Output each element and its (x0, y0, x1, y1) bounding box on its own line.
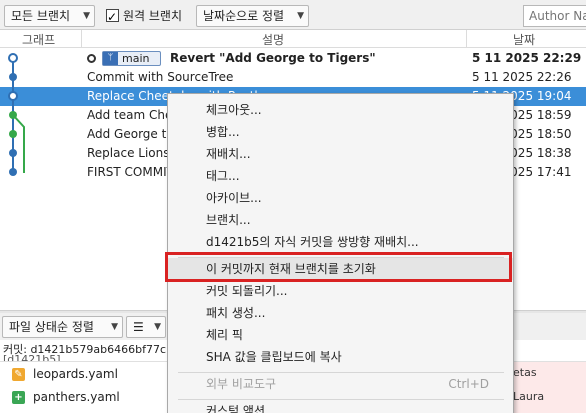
menu-item-label: 패치 생성... (206, 306, 266, 320)
commit-node (9, 149, 17, 157)
file-item[interactable]: ✎ leopards.yaml (0, 363, 175, 385)
menu-item-shortcut: Ctrl+D (448, 377, 489, 391)
branch-filter-dropdown[interactable]: 모든 브랜치 ▼ (4, 5, 95, 27)
commit-date: 5 11 2025 22:29 (472, 51, 582, 65)
chevron-down-icon: ▼ (297, 11, 304, 21)
list-icon: ☰ (133, 320, 144, 334)
menu-item-custom-actions[interactable]: 커스텀 액션 (168, 400, 513, 413)
commit-node (8, 91, 18, 101)
menu-item-label: 외부 비교도구 (206, 377, 277, 391)
menu-item-copy-sha[interactable]: SHA 값을 클립보드에 복사 (168, 346, 513, 368)
column-divider[interactable] (466, 30, 467, 48)
menu-item-external-diff: 외부 비교도구 Ctrl+D (168, 373, 513, 395)
commit-message: FIRST COMMIT (87, 165, 174, 179)
checkbox-checked-icon (106, 6, 119, 28)
description-column-header[interactable]: 설명 (262, 31, 284, 48)
commit-row[interactable]: ᛘ main Revert "Add George to Tigers" 5 1… (0, 49, 586, 68)
remote-branches-label: 원격 브랜치 (123, 9, 183, 23)
menu-item-label: 아카이브... (206, 191, 262, 205)
menu-item-reset-branch[interactable]: 이 커밋까지 현재 브랜치를 초기화 (168, 258, 513, 280)
file-sort-label: 파일 상태순 정렬 (9, 320, 94, 334)
commit-message: Revert "Add George to Tigers" (170, 51, 376, 65)
branch-badge[interactable]: ᛘ main (102, 51, 161, 66)
graph-column-header[interactable]: 그래프 (22, 31, 55, 48)
menu-item-label: 이 커밋까지 현재 브랜치를 초기화 (206, 262, 376, 276)
branch-icon: ᛘ (103, 52, 118, 65)
author-search-input[interactable] (523, 5, 586, 27)
sort-dropdown[interactable]: 날짜순으로 정렬 ▼ (196, 5, 309, 27)
file-name: leopards.yaml (33, 367, 118, 381)
remote-branches-checkbox[interactable]: 원격 브랜치 (106, 5, 183, 28)
menu-item-tag[interactable]: 태그... (168, 165, 513, 187)
menu-item-branch[interactable]: 브랜치... (168, 209, 513, 231)
diff-line: Laura (513, 390, 545, 403)
menu-item-interactive-rebase[interactable]: d1421b5의 자식 커밋을 쌍방향 재배치... (168, 231, 513, 253)
commit-date: 5 11 2025 22:26 (472, 70, 572, 84)
commit-row[interactable]: Commit with SourceTree 5 11 2025 22:26 (0, 68, 586, 87)
sort-label: 날짜순으로 정렬 (203, 9, 285, 23)
commit-node (9, 73, 17, 81)
menu-item-label: 브랜치... (206, 213, 251, 227)
chevron-down-icon: ▼ (83, 11, 90, 21)
toolbar: 모든 브랜치 ▼ 원격 브랜치 날짜순으로 정렬 ▼ (0, 0, 586, 30)
menu-item-archive[interactable]: 아카이브... (168, 187, 513, 209)
menu-item-label: d1421b5의 자식 커밋을 쌍방향 재배치... (206, 235, 419, 249)
menu-item-checkout[interactable]: 체크아웃... (168, 99, 513, 121)
modified-file-icon: ✎ (12, 368, 25, 381)
commit-node (9, 111, 17, 119)
menu-item-label: 체리 픽 (206, 328, 243, 342)
branch-badge-label: main (122, 52, 150, 65)
menu-item-cherry-pick[interactable]: 체리 픽 (168, 324, 513, 346)
menu-item-rebase[interactable]: 재배치... (168, 143, 513, 165)
commit-node (9, 168, 17, 176)
chevron-down-icon: ▼ (111, 322, 118, 332)
context-menu: 체크아웃... 병합... 재배치... 태그... 아카이브... 브랜치..… (167, 93, 514, 413)
commit-node (9, 130, 17, 138)
menu-item-label: 커스텀 액션 (206, 404, 266, 413)
menu-item-label: 병합... (206, 125, 240, 139)
commit-node (8, 53, 18, 63)
branch-filter-label: 모든 브랜치 (11, 9, 71, 23)
menu-item-label: 커밋 되돌리기... (206, 284, 288, 298)
commit-short-hash: [d1421b5] (3, 353, 61, 362)
diff-line: etas (513, 366, 537, 379)
added-file-icon: + (12, 391, 25, 404)
head-indicator-icon (87, 54, 96, 63)
commit-message: Commit with SourceTree (87, 70, 234, 84)
graph-line-branch (12, 114, 25, 173)
file-item[interactable]: + panthers.yaml (0, 386, 175, 408)
menu-item-merge[interactable]: 병합... (168, 121, 513, 143)
diff-view: etas Laura (508, 362, 586, 413)
menu-item-label: 태그... (206, 169, 240, 183)
menu-item-revert-commit[interactable]: 커밋 되돌리기... (168, 280, 513, 302)
column-header: 그래프 설명 날짜 (0, 30, 586, 48)
menu-item-label: 체크아웃... (206, 103, 262, 117)
chevron-down-icon: ▼ (154, 322, 161, 332)
menu-item-label: 재배치... (206, 147, 251, 161)
menu-item-create-patch[interactable]: 패치 생성... (168, 302, 513, 324)
date-column-header[interactable]: 날짜 (513, 31, 535, 48)
menu-item-label: SHA 값을 클립보드에 복사 (206, 350, 342, 364)
file-name: panthers.yaml (33, 390, 120, 404)
view-options-dropdown[interactable]: ☰ ▼ (126, 316, 166, 338)
column-divider[interactable] (81, 30, 82, 48)
commit-graph (8, 53, 25, 176)
file-sort-dropdown[interactable]: 파일 상태순 정렬 ▼ (2, 316, 123, 338)
